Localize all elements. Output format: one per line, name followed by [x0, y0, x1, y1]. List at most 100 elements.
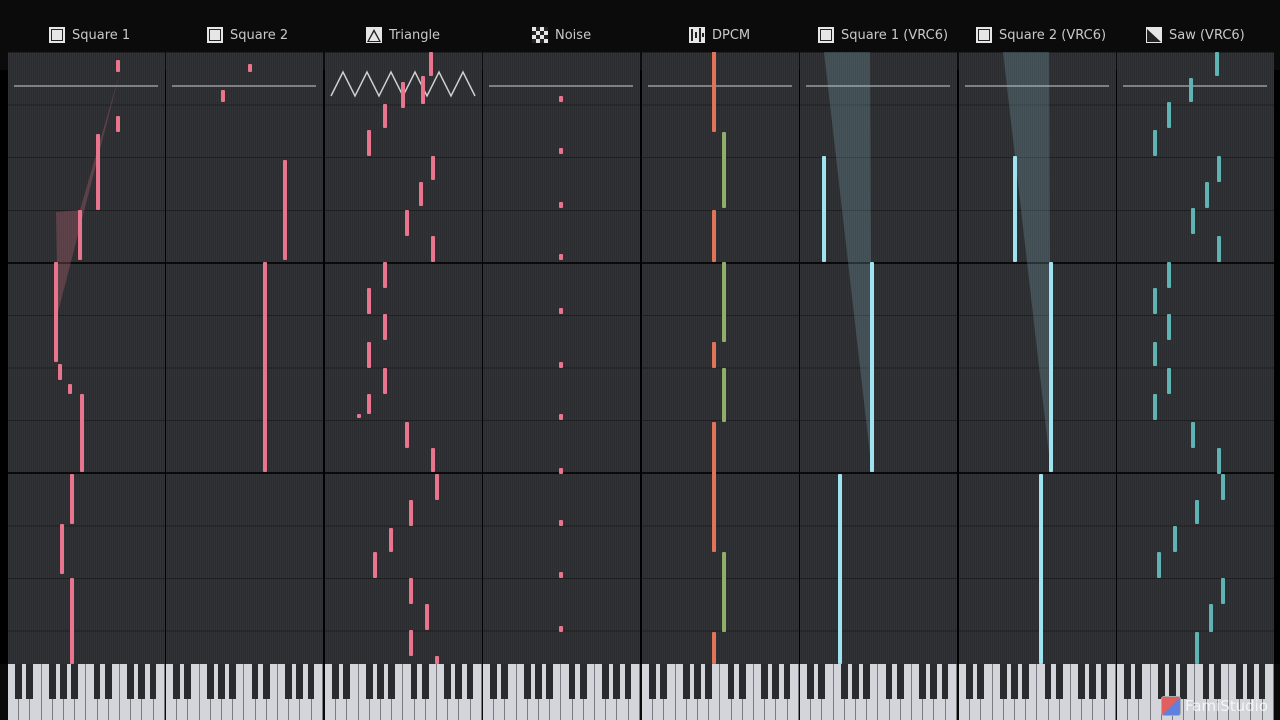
note[interactable] — [1195, 500, 1199, 524]
note[interactable] — [431, 156, 435, 180]
channel-column-3[interactable] — [483, 52, 640, 664]
channel-label-6[interactable]: Square 2 (VRC6) — [975, 24, 1106, 46]
note[interactable] — [870, 262, 874, 472]
note[interactable] — [1195, 632, 1199, 664]
note[interactable] — [409, 500, 413, 526]
black-key[interactable] — [930, 664, 938, 699]
black-key[interactable] — [26, 664, 34, 699]
note[interactable] — [1221, 578, 1225, 604]
channel-label-4[interactable]: DPCM — [688, 24, 750, 46]
note[interactable] — [722, 552, 726, 632]
black-key[interactable] — [184, 664, 192, 699]
black-key[interactable] — [602, 664, 609, 699]
black-key[interactable] — [682, 664, 690, 699]
channel-label-3[interactable]: Noise — [531, 24, 591, 46]
black-key[interactable] — [1011, 664, 1018, 699]
note[interactable] — [1167, 314, 1171, 340]
note[interactable] — [116, 60, 120, 72]
note[interactable] — [559, 468, 563, 474]
note[interactable] — [559, 362, 563, 368]
note[interactable] — [1153, 342, 1157, 366]
channel-column-2[interactable] — [325, 52, 482, 664]
black-key[interactable] — [218, 664, 225, 699]
channel-label-1[interactable]: Square 2 — [206, 24, 288, 46]
black-key[interactable] — [818, 664, 826, 699]
black-key[interactable] — [1055, 664, 1063, 699]
black-key[interactable] — [1157, 664, 1165, 699]
black-key[interactable] — [15, 664, 22, 699]
black-key[interactable] — [613, 664, 621, 699]
black-key[interactable] — [307, 664, 315, 699]
note[interactable] — [559, 414, 563, 420]
black-key[interactable] — [941, 664, 949, 699]
channel-column-7[interactable] — [1117, 52, 1274, 664]
note[interactable] — [1191, 208, 1195, 234]
black-key[interactable] — [535, 664, 542, 699]
note[interactable] — [409, 578, 413, 604]
note[interactable] — [712, 52, 716, 132]
note[interactable] — [559, 308, 563, 314]
black-key[interactable] — [138, 664, 146, 699]
note[interactable] — [559, 572, 563, 578]
black-key[interactable] — [1213, 664, 1221, 699]
black-key[interactable] — [807, 664, 814, 699]
note[interactable] — [409, 630, 413, 656]
black-key[interactable] — [579, 664, 587, 699]
black-key[interactable] — [705, 664, 712, 699]
black-key[interactable] — [1236, 664, 1243, 699]
note[interactable] — [383, 314, 387, 340]
note[interactable] — [435, 656, 439, 664]
black-key[interactable] — [262, 664, 270, 699]
note[interactable] — [429, 52, 433, 76]
note[interactable] — [421, 76, 425, 104]
note[interactable] — [712, 422, 716, 552]
black-key[interactable] — [772, 664, 780, 699]
note[interactable] — [70, 578, 74, 664]
note[interactable] — [58, 364, 62, 380]
black-key[interactable] — [896, 664, 904, 699]
black-key[interactable] — [1258, 664, 1266, 699]
black-key[interactable] — [48, 664, 56, 699]
note[interactable] — [68, 384, 72, 394]
black-key[interactable] — [660, 664, 668, 699]
note[interactable] — [722, 368, 726, 422]
note[interactable] — [722, 132, 726, 208]
note[interactable] — [1167, 368, 1171, 394]
black-key[interactable] — [93, 664, 101, 699]
note[interactable] — [373, 552, 377, 578]
black-key[interactable] — [1124, 664, 1131, 699]
note[interactable] — [248, 64, 252, 72]
black-key[interactable] — [546, 664, 553, 699]
note[interactable] — [401, 82, 405, 108]
black-key[interactable] — [466, 664, 474, 699]
black-key[interactable] — [863, 664, 870, 699]
note[interactable] — [1215, 52, 1219, 76]
note[interactable] — [838, 474, 842, 664]
note[interactable] — [70, 474, 74, 524]
black-key[interactable] — [523, 664, 531, 699]
black-key[interactable] — [388, 664, 395, 699]
note[interactable] — [712, 342, 716, 368]
black-key[interactable] — [1169, 664, 1176, 699]
black-key[interactable] — [377, 664, 384, 699]
note[interactable] — [419, 182, 423, 206]
note[interactable] — [559, 254, 563, 260]
note[interactable] — [1189, 78, 1193, 102]
black-key[interactable] — [285, 664, 292, 699]
black-key[interactable] — [410, 664, 418, 699]
note[interactable] — [1167, 102, 1171, 128]
note[interactable] — [367, 130, 371, 156]
note[interactable] — [405, 210, 409, 236]
note[interactable] — [263, 262, 267, 472]
note[interactable] — [383, 104, 387, 128]
black-key[interactable] — [501, 664, 509, 699]
note[interactable] — [559, 626, 563, 632]
note[interactable] — [1157, 552, 1161, 578]
note[interactable] — [367, 342, 371, 368]
note[interactable] — [1217, 448, 1221, 474]
black-key[interactable] — [332, 664, 339, 699]
black-key[interactable] — [1022, 664, 1029, 699]
black-key[interactable] — [1135, 664, 1143, 699]
black-key[interactable] — [761, 664, 768, 699]
note[interactable] — [1217, 236, 1221, 262]
